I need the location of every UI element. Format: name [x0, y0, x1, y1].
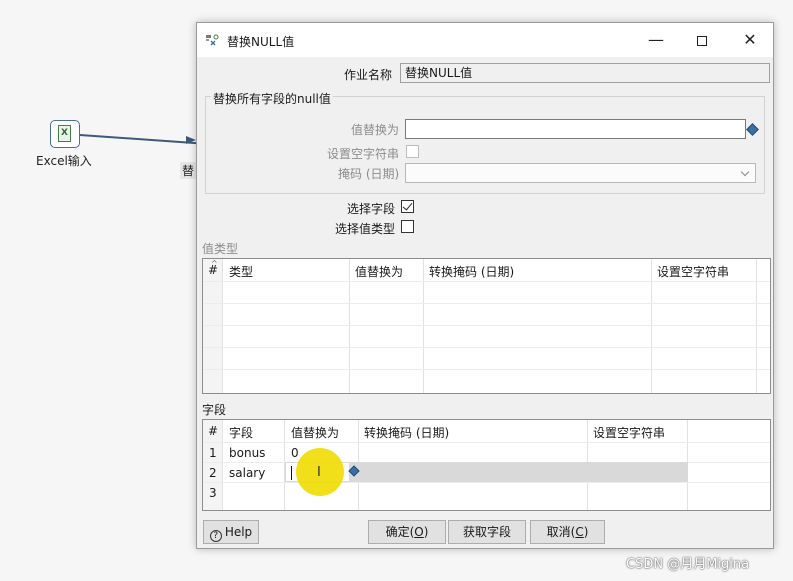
- hop-arrow-icon: [186, 136, 196, 144]
- get-fields-button[interactable]: 获取字段: [448, 520, 526, 544]
- column-header-replace[interactable]: 值替换为: [355, 263, 403, 280]
- dialog-title: 替换NULL值: [227, 35, 295, 49]
- table-row-num: 2: [209, 466, 217, 480]
- table-row-num: 1: [209, 446, 217, 460]
- excel-icon: X: [58, 125, 71, 142]
- text-caret: [291, 466, 292, 480]
- column-header-num[interactable]: #: [208, 263, 218, 277]
- replace-null-dialog: 替换NULL值 — ✕ 作业名称 替换NULL值 替换所有字段的null值 值替…: [196, 22, 774, 549]
- fields-table[interactable]: # 字段 值替换为 转换掩码 (日期) 设置空字符串 1 bonus 0 2 s…: [202, 419, 771, 511]
- column-header-num[interactable]: #: [208, 424, 218, 438]
- table-row-num: 3: [209, 486, 217, 500]
- excel-input-step[interactable]: X: [50, 120, 80, 148]
- table-cell-field[interactable]: salary: [229, 466, 265, 480]
- column-header-mask[interactable]: 转换掩码 (日期): [429, 263, 514, 280]
- help-icon: ?: [209, 530, 222, 542]
- minimize-button[interactable]: —: [633, 23, 679, 57]
- column-header-empty[interactable]: 设置空字符串: [593, 424, 665, 441]
- table-cell-field[interactable]: bonus: [229, 446, 265, 460]
- check-icon: [402, 200, 413, 211]
- cancel-button[interactable]: 取消(C): [530, 520, 605, 544]
- replace-all-group-title: 替换所有字段的null值: [211, 90, 333, 107]
- select-fields-label: 选择字段: [347, 202, 396, 216]
- job-name-label: 作业名称: [344, 68, 393, 82]
- maximize-button[interactable]: [679, 23, 725, 57]
- replace-null-step-icon: [206, 34, 219, 46]
- hop-line[interactable]: [79, 134, 198, 144]
- column-header-empty[interactable]: 设置空字符串: [657, 263, 729, 280]
- set-empty-string-label: 设置空字符串: [327, 147, 400, 161]
- help-button[interactable]: ? Help: [203, 520, 259, 544]
- column-header-mask[interactable]: 转换掩码 (日期): [364, 424, 449, 441]
- fields-section-label: 字段: [202, 403, 227, 417]
- select-fields-checkbox[interactable]: [401, 200, 414, 213]
- select-value-types-checkbox[interactable]: [401, 220, 414, 233]
- close-button[interactable]: ✕: [727, 23, 773, 57]
- dialog-titlebar[interactable]: 替换NULL值 — ✕: [197, 23, 773, 57]
- chevron-down-icon: [741, 168, 751, 178]
- excel-input-step-label: Excel输入: [36, 154, 92, 168]
- set-empty-string-checkbox[interactable]: [406, 145, 419, 158]
- column-header-field[interactable]: 字段: [229, 424, 253, 441]
- maximize-icon: [697, 35, 707, 46]
- watermark: CSDN @月月Migina: [626, 557, 750, 572]
- value-types-table[interactable]: ^ # 类型 值替换为 转换掩码 (日期) 设置空字符串: [202, 258, 771, 394]
- select-value-types-label: 选择值类型: [335, 222, 396, 236]
- mask-label: 掩码 (日期): [338, 167, 400, 181]
- column-header-replace[interactable]: 值替换为: [291, 424, 339, 441]
- table-cell-replace[interactable]: 0: [291, 446, 299, 460]
- replace-with-label: 值替换为: [351, 123, 400, 137]
- job-name-input[interactable]: 替换NULL值: [400, 63, 770, 83]
- mask-combo[interactable]: [405, 163, 756, 183]
- text-cursor-icon: I: [317, 465, 321, 480]
- value-types-section-label: 值类型: [202, 242, 239, 256]
- replace-with-input[interactable]: [405, 119, 746, 139]
- column-header-type[interactable]: 类型: [229, 263, 253, 280]
- ok-button[interactable]: 确定(O): [368, 520, 446, 544]
